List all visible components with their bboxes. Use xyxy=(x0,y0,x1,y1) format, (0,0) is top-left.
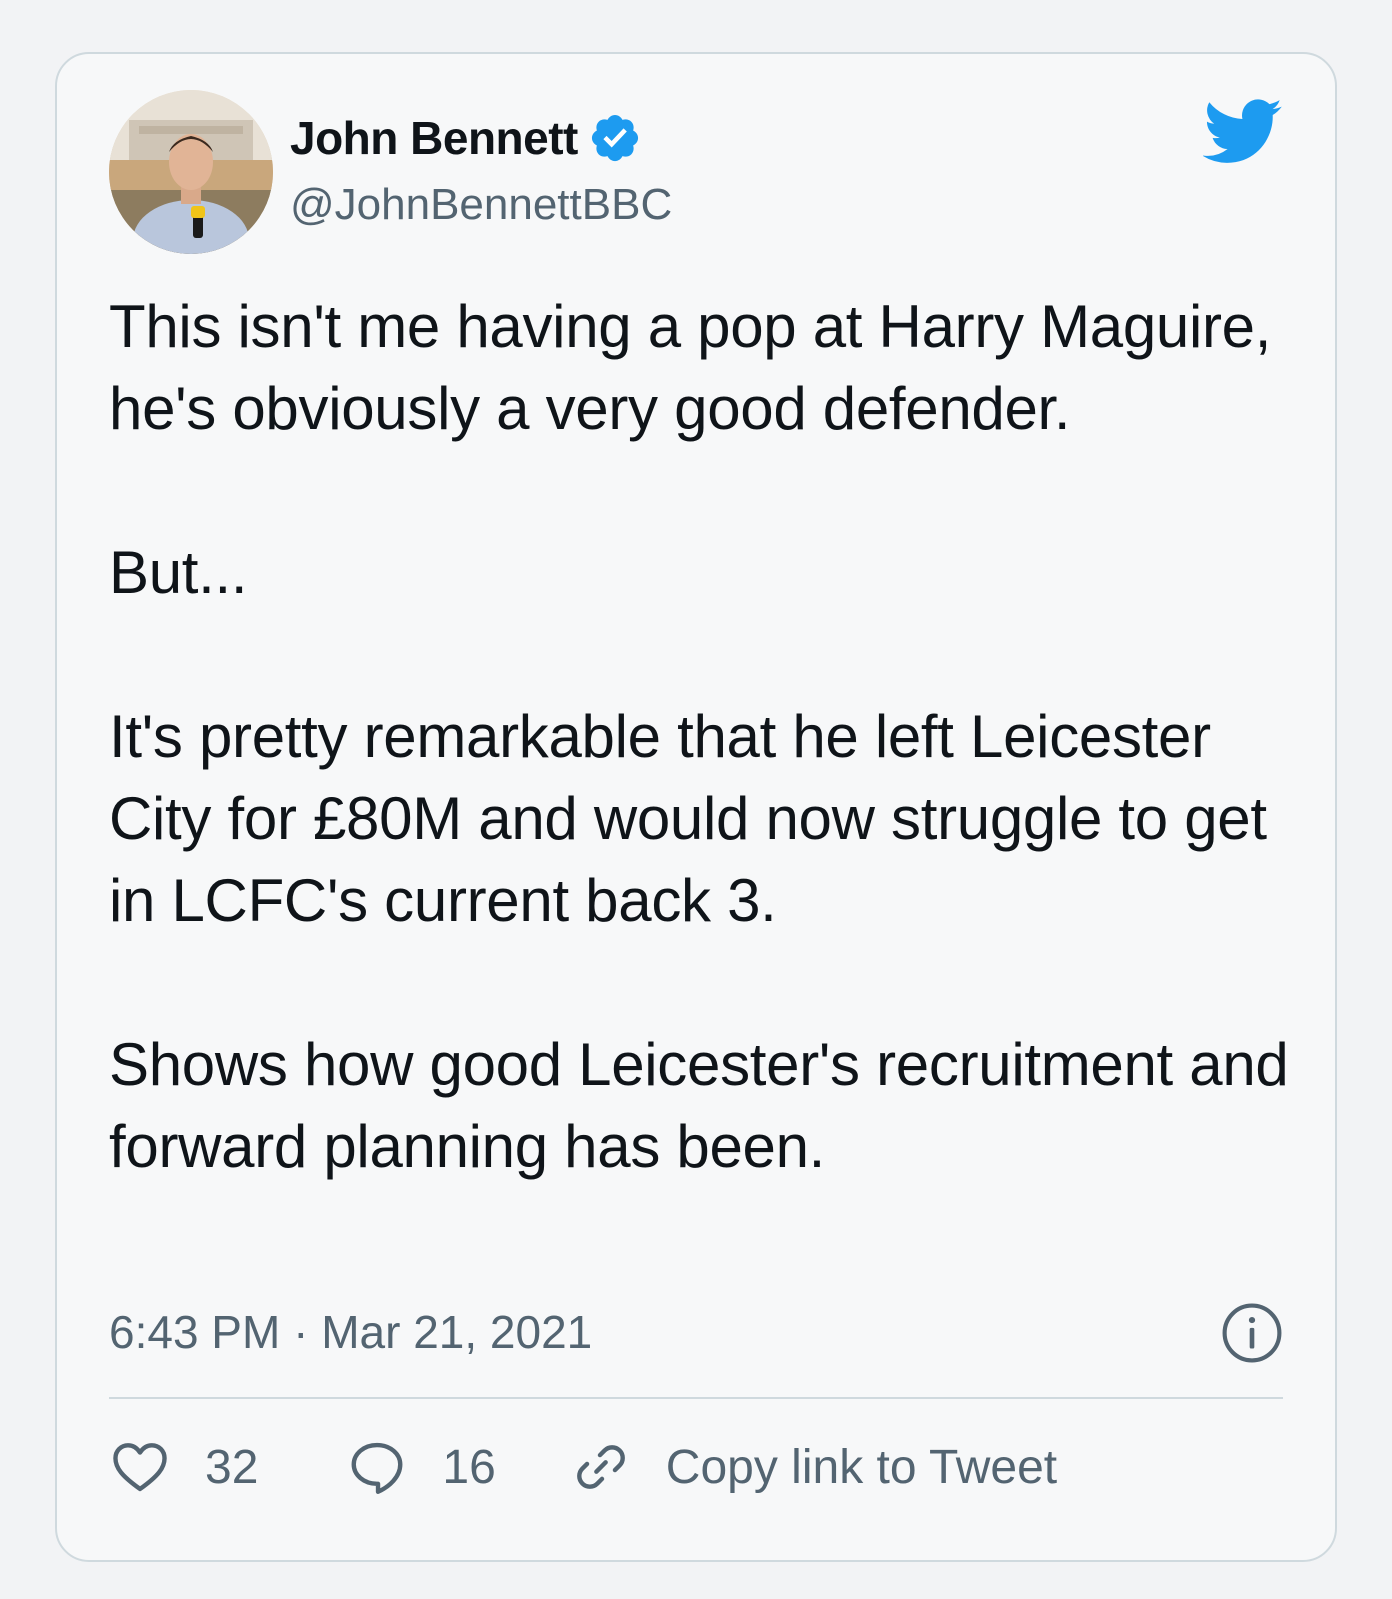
timestamp-row: 6:43 PM · Mar 21, 2021 xyxy=(109,1300,1283,1364)
copy-link-button[interactable]: Copy link to Tweet xyxy=(570,1436,1057,1498)
verified-badge-icon xyxy=(591,114,638,162)
like-button[interactable]: 32 xyxy=(109,1436,258,1498)
heart-icon xyxy=(113,1443,167,1492)
author-name-row[interactable]: John Bennett xyxy=(290,110,642,166)
reply-button[interactable]: 16 xyxy=(346,1436,496,1498)
avatar-image xyxy=(109,90,273,254)
info-icon[interactable] xyxy=(1221,1302,1283,1364)
divider xyxy=(109,1397,1283,1399)
avatar[interactable] xyxy=(109,90,273,254)
tweet-header: John Bennett @JohnBennettBBC xyxy=(109,90,1283,260)
reply-count: 16 xyxy=(442,1440,496,1494)
tweet-card[interactable]: John Bennett @JohnBennettBBC This isn't … xyxy=(55,52,1337,1562)
author-handle[interactable]: @JohnBennettBBC xyxy=(290,180,672,230)
author-display-name[interactable]: John Bennett xyxy=(290,111,578,165)
like-count: 32 xyxy=(205,1440,259,1494)
copy-link-label: Copy link to Tweet xyxy=(665,1440,1058,1494)
tweet-body-text: This isn't me having a pop at Harry Magu… xyxy=(109,293,1289,1180)
tweet-timestamp[interactable]: 6:43 PM · Mar 21, 2021 xyxy=(109,1306,592,1358)
tweet-actions: 32 16 Copy link to Tweet xyxy=(109,1432,1057,1502)
reply-bubble-icon xyxy=(351,1442,403,1494)
link-icon xyxy=(576,1445,625,1489)
twitter-bird-icon[interactable] xyxy=(1203,98,1283,166)
